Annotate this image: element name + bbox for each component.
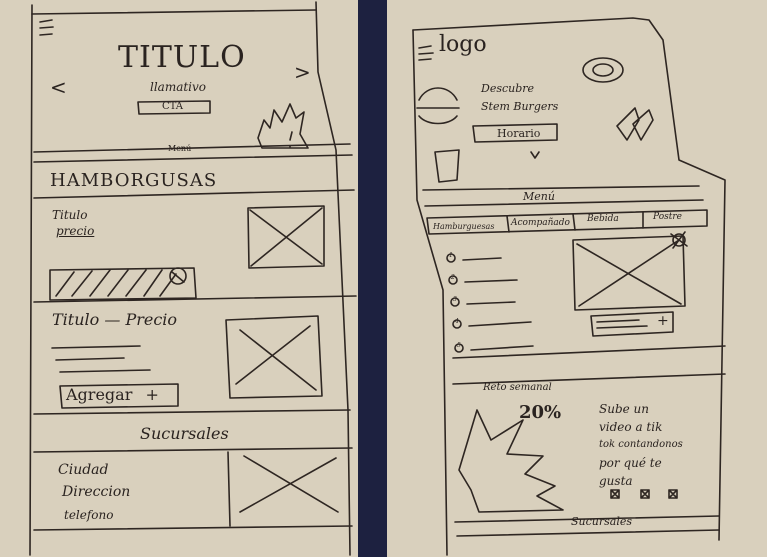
menu-title: Menú bbox=[523, 190, 555, 203]
list-number-2: 2 bbox=[451, 274, 455, 281]
right-sketch-paper: logo Descubre Stem Burgers Horario Menú … bbox=[387, 0, 767, 557]
plus-icon: + bbox=[145, 385, 159, 404]
carousel-next-arrow[interactable]: > bbox=[294, 60, 311, 84]
add-to-cart-icon[interactable]: + bbox=[657, 313, 669, 329]
right-sketch-lines bbox=[412, 17, 726, 556]
challenge-line-5: gusta bbox=[599, 474, 633, 488]
list-number-4: 4 bbox=[455, 318, 459, 325]
tagline-text: Descubre Stem Burgers bbox=[481, 82, 559, 113]
menu-divider-label: Menú bbox=[168, 144, 192, 153]
logo: logo bbox=[439, 32, 487, 57]
branch-address: Direccion bbox=[62, 484, 131, 500]
list-number-1: 1 bbox=[449, 252, 453, 259]
product-row-title-price: Titulo — Precio bbox=[52, 310, 178, 329]
carousel-prev-arrow[interactable]: < bbox=[50, 75, 67, 99]
hours-button[interactable]: Horario bbox=[497, 127, 540, 140]
menu-category-title: HAMBORGUSAS bbox=[50, 170, 218, 191]
branch-city: Ciudad bbox=[58, 462, 109, 478]
left-sketch-paper: < TITULO llamativo CTA > Menú HAMBORGUSA… bbox=[0, 0, 358, 557]
tagline: Descubre Stem Burgers bbox=[481, 80, 561, 116]
product-title: Titulo bbox=[52, 208, 88, 222]
list-number-3: 3 bbox=[453, 296, 457, 303]
cta-button[interactable]: CTA bbox=[162, 101, 183, 112]
list-number-5: 5 bbox=[457, 342, 461, 349]
add-button-label: Agregar bbox=[66, 385, 133, 404]
branches-heading: Sucursales bbox=[140, 424, 229, 443]
challenge-description: Sube un video a tik tok contandonos por … bbox=[599, 400, 683, 490]
challenge-line-1: Sube un bbox=[599, 402, 650, 416]
tab-hamburguesas[interactable]: Hamburguesas bbox=[433, 222, 494, 231]
footer-branches[interactable]: Sucursales bbox=[571, 515, 632, 528]
discount-badge: 20% bbox=[519, 402, 562, 423]
add-button[interactable]: Agregar + bbox=[66, 385, 159, 404]
tab-bebida[interactable]: Bebida bbox=[587, 214, 619, 224]
tab-postre[interactable]: Postre bbox=[653, 212, 682, 222]
branch-phone: telefono bbox=[64, 508, 114, 522]
challenge-line-3: tok contandonos bbox=[599, 439, 683, 450]
hero-title: TITULO bbox=[118, 40, 246, 75]
weekly-challenge-label: Reto semanal bbox=[483, 382, 552, 393]
hero-subtitle: llamativo bbox=[150, 80, 207, 94]
challenge-line-4: por qué te bbox=[599, 456, 662, 470]
challenge-line-2: video a tik bbox=[599, 420, 663, 434]
tab-acompanado[interactable]: Acompañado bbox=[511, 218, 570, 228]
product-price: precio bbox=[56, 224, 95, 238]
